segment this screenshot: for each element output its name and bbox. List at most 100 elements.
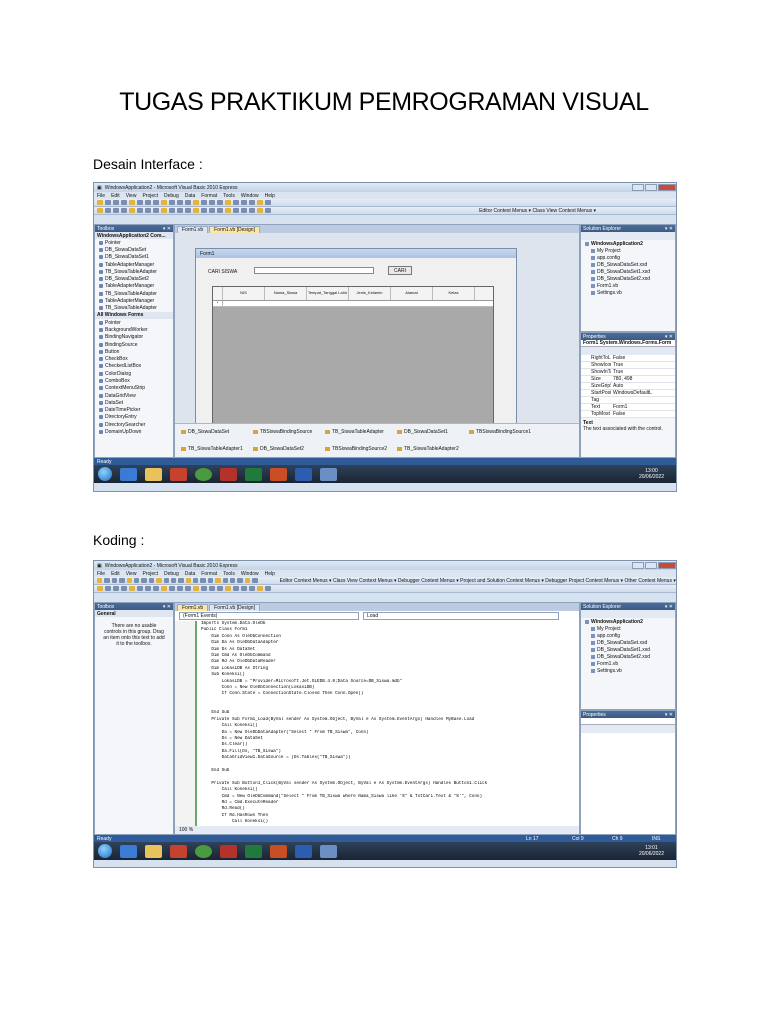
component-tray-item[interactable]: DB_SiswaDataSet [181,429,229,435]
toolbar-button-icon[interactable] [200,578,206,583]
menu-item-window[interactable]: Window [241,193,259,199]
toolbox-item[interactable]: CheckBox [95,355,173,362]
toolbar-button-icon[interactable] [113,586,119,591]
toolbox-item[interactable]: TB_SiswaTableAdapter [95,305,173,312]
toolbar-button-icon[interactable] [145,586,151,591]
toolbar-button-icon[interactable] [233,208,239,213]
toolbar-button-icon[interactable] [209,208,215,213]
datagridview[interactable]: NIS Nama_Siswa Tempat_Tanggal Lahir Jenis_K… [212,286,494,426]
grid-column-header[interactable]: Jenis_Kelamin [349,287,391,300]
toolbar-button-icon[interactable] [207,578,214,583]
toolbox-item[interactable]: DB_SiswaDataSet1 [95,254,173,261]
toolbar-button-icon[interactable] [225,208,231,213]
toolbar-button-icon[interactable] [113,208,119,213]
property-row[interactable]: Size 780, 498 [581,376,675,383]
start-button-icon[interactable] [98,467,112,481]
component-tray-item[interactable]: DB_SiswaDataSet1 [397,429,448,435]
toolbar-button-icon[interactable] [163,578,169,583]
toolbar-button-icon[interactable] [244,578,251,583]
toolbox-item[interactable]: DataGridView [95,392,173,399]
toolbox-item[interactable]: DB_SiswaDataSet2 [95,275,173,282]
toolbar-button-icon[interactable] [193,578,199,583]
toolbox-item[interactable]: CheckedListBox [95,363,173,370]
toolbar-button-icon[interactable] [169,200,175,205]
toolbox-item[interactable]: ContextMenuStrip [95,385,173,392]
toolbar-button-icon[interactable] [201,200,207,205]
toolbar-button-icon[interactable] [249,208,255,213]
menu-item-help[interactable]: Help [265,193,275,199]
solution-item[interactable]: My Project [585,247,675,254]
toolbox-group-all[interactable]: All Windows Forms [95,311,173,319]
toolbox-item[interactable]: DirectorySearcher [95,421,173,428]
toolbar-button-icon[interactable] [105,200,111,205]
grid-column-header[interactable]: Nama_Siswa [265,287,307,300]
explorer-icon[interactable] [145,844,162,858]
toolbar-button-icon[interactable] [126,578,132,583]
toolbar-button-icon[interactable] [129,586,135,591]
toolbar-button-icon[interactable] [121,208,127,213]
menu-item-debug[interactable]: Debug [164,193,179,199]
toolbox-item[interactable]: BindingNavigator [95,334,173,341]
toolbox-item[interactable]: BindingSource [95,341,173,348]
toolbar-button-icon[interactable] [177,586,183,591]
search-button[interactable]: CARI [388,266,412,275]
grid-column-header[interactable]: NIS [223,287,265,300]
toolbar-button-icon[interactable] [129,200,135,205]
ie-icon[interactable] [120,844,137,858]
toolbox-item[interactable]: TableAdapterManager [95,261,173,268]
toolbar-button-icon[interactable] [230,578,236,583]
powerpoint-icon[interactable] [270,467,287,481]
toolbox-item[interactable]: BackgroundWorker [95,326,173,333]
toolbar-button-icon[interactable] [137,208,143,213]
toolbar-button-icon[interactable] [177,208,183,213]
toolbar-button-icon[interactable] [97,208,103,213]
tab-code[interactable]: Form1.vb [177,604,209,611]
code-editor[interactable]: Imports System.Data.OleDb Public Class Fo… [175,621,579,831]
toolbar-button-icon[interactable] [153,586,159,591]
solution-item[interactable]: DB_SiswaDataSet1.xsd [585,646,675,653]
grid-column-header[interactable]: Tempat_Tanggal Lahir [307,287,349,300]
vb-icon[interactable] [320,467,337,481]
maximize-button[interactable] [645,562,657,569]
chrome-icon[interactable] [195,844,212,858]
toolbox-item[interactable]: TableAdapterManager [95,297,173,304]
close-button[interactable] [658,184,676,191]
toolbox-item[interactable]: DB_SiswaDataSet [95,246,173,253]
toolbar-button-icon[interactable] [105,586,111,591]
toolbar-button-icon[interactable] [161,586,167,591]
toolbar-button-icon[interactable] [201,208,207,213]
toolbar-button-icon[interactable] [121,586,127,591]
toolbar-button-icon[interactable] [217,586,223,591]
explorer-icon[interactable] [145,467,162,481]
media-icon[interactable] [170,844,187,858]
component-tray-item[interactable]: TB_SiswaTableAdapter1 [181,446,243,452]
toolbar-button-icon[interactable] [265,200,271,205]
media-icon[interactable] [170,467,187,481]
toolbar-button-icon[interactable] [217,200,223,205]
toolbar-button-icon[interactable] [145,200,151,205]
toolbox-item[interactable]: TB_SiswaTableAdapter [95,290,173,297]
toolbar-button-icon[interactable] [233,586,239,591]
property-row[interactable]: Tag [581,397,675,404]
toolbar-button-icon[interactable] [169,586,175,591]
toolbar-button-icon[interactable] [161,208,167,213]
component-tray-item[interactable]: TBSiswaBindingSource1 [469,429,531,435]
toolbox-item[interactable]: DirectoryEntry [95,414,173,421]
toolbox-item[interactable]: Pointer [95,239,173,246]
toolbar-button-icon[interactable] [113,200,119,205]
toolbar-button-icon[interactable] [201,586,207,591]
solution-item[interactable]: DB_SiswaDataSet1.xsd [585,268,675,275]
toolbar-button-icon[interactable] [145,208,151,213]
toolbar-button-icon[interactable] [241,200,247,205]
toolbar-button-icon[interactable] [156,578,162,583]
acrobat-icon[interactable] [220,844,237,858]
component-tray-item[interactable]: DB_SiswaDataSet2 [253,446,304,452]
toolbar-context-menus[interactable]: Editor Context Menus ▾ Class View Contex… [479,208,596,214]
toolbar-button-icon[interactable] [257,586,263,591]
toolbox-item[interactable]: TableAdapterManager [95,283,173,290]
toolbox-item[interactable]: DateTimePicker [95,407,173,414]
tray-clock-2[interactable]: 13:01 20/06/2022 [639,845,676,857]
toolbar-button-icon[interactable] [215,578,221,583]
toolbar-button-icon[interactable] [237,578,243,583]
toolbar-button-icon[interactable] [209,200,215,205]
